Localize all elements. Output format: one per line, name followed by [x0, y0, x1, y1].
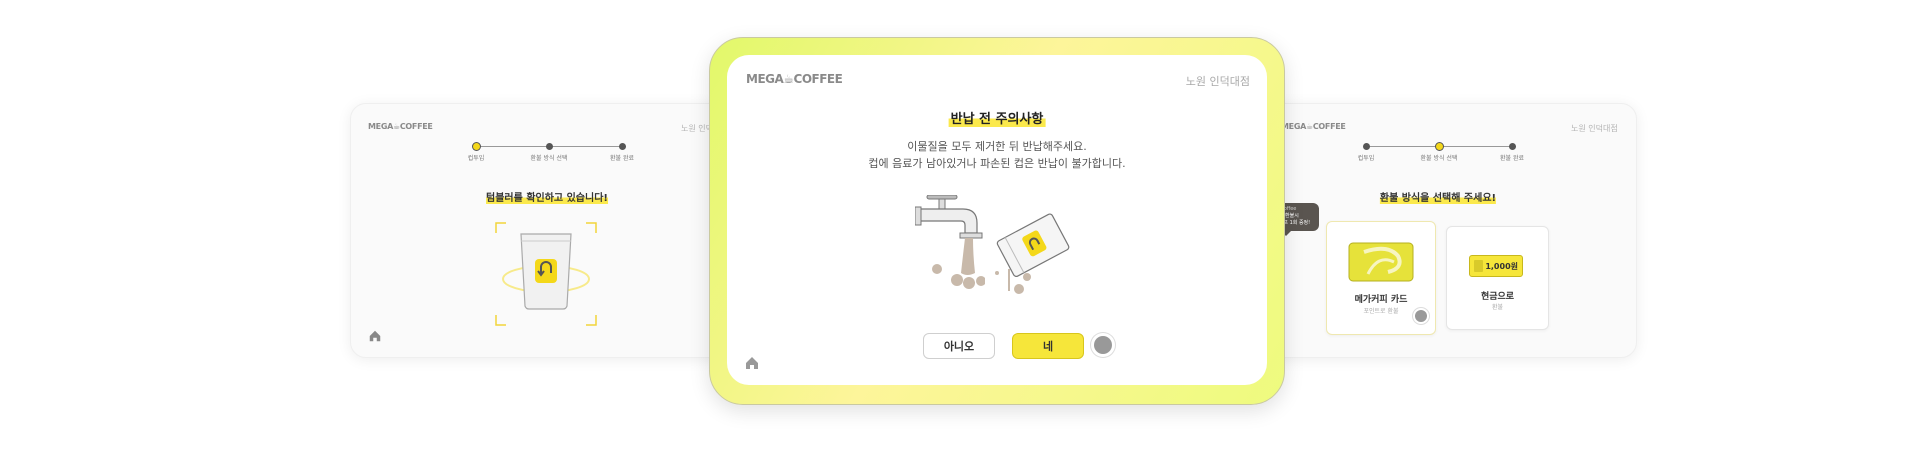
- step-dot-1: [473, 143, 480, 150]
- store-name: 노원 인덕대점: [1571, 124, 1618, 133]
- cash-option-title: 현금으로: [1480, 292, 1515, 302]
- mega-coffee-logo: MEGA☕COFFEE: [368, 122, 433, 131]
- page-title: 반납 전 주의사항: [948, 108, 1046, 127]
- step-dot-3: [1509, 143, 1516, 150]
- mega-card-refund-option[interactable]: 메가커피 카드 포인트로 환불: [1326, 221, 1436, 335]
- step-label-3: 환불 완료: [1500, 155, 1524, 162]
- return-notice-screen: MEGA☕COFFEE 노원 인덕대점 반납 전 주의사항 이물질을 모두 제거…: [727, 55, 1267, 385]
- step-dot-2: [1436, 143, 1443, 150]
- cash-refund-option[interactable]: 1,000원 현금으로 환불: [1446, 226, 1549, 330]
- step-label-3: 환불 완료: [610, 155, 634, 162]
- progress-stepper: 컵투입 환불 방식 선택 환불 완료: [468, 143, 634, 163]
- mega-card-icon: [1348, 242, 1414, 282]
- mega-coffee-logo: MEGA☕COFFEE: [746, 72, 843, 86]
- tumbler-scan-illustration: [495, 222, 597, 326]
- screen-title: 텀블러를 확인하고 있습니다!: [486, 189, 608, 204]
- step-label-1: 컵투입: [467, 155, 485, 162]
- notice-message-line-2: 컵에 음료가 남아있거나 파손된 컵은 반납이 불가합니다.: [868, 157, 1126, 170]
- step-dot-2: [546, 143, 553, 150]
- step-dot-1: [1363, 143, 1370, 150]
- home-icon[interactable]: [368, 329, 382, 343]
- no-button[interactable]: 아니오: [923, 333, 995, 359]
- indicator-dot: [1094, 336, 1112, 354]
- cash-amount: 1,000원: [1485, 261, 1518, 271]
- cash-option-subtitle: 환불: [1491, 304, 1504, 311]
- select-indicator: [1415, 310, 1427, 322]
- step-label-2: 환불 방식 선택: [530, 155, 568, 162]
- home-icon[interactable]: [744, 355, 760, 371]
- notice-message-line-1: 이물질을 모두 제거한 뒤 반납해주세요.: [907, 140, 1087, 153]
- cash-bill-icon: 1,000원: [1469, 255, 1523, 277]
- left-kiosk-screen: MEGA☕COFFEE 노원 인덕 컵투입 환불 방식 선택 환불 완료 텀블러…: [350, 103, 732, 358]
- step-dot-3: [619, 143, 626, 150]
- step-label-1: 컵투입: [1357, 155, 1375, 162]
- tilted-cup-illustration: [995, 213, 1070, 294]
- progress-stepper: 컵투입 환불 방식 선택 환불 완료: [1358, 143, 1524, 163]
- card-option-title: 메가커피 카드: [1354, 295, 1408, 305]
- step-label-2: 환불 방식 선택: [1420, 155, 1458, 162]
- store-name: 노원 인덕대점: [1185, 75, 1250, 88]
- yes-button[interactable]: 네: [1012, 333, 1084, 359]
- faucet-illustration: [915, 195, 985, 289]
- screen-title: 환불 방식을 선택해 주세요!: [1379, 189, 1497, 204]
- tablet-device-frame: MEGA☕COFFEE 노원 인덕대점 반납 전 주의사항 이물질을 모두 제거…: [709, 37, 1285, 405]
- mega-coffee-logo: MEGA☕COFFEE: [1281, 122, 1346, 131]
